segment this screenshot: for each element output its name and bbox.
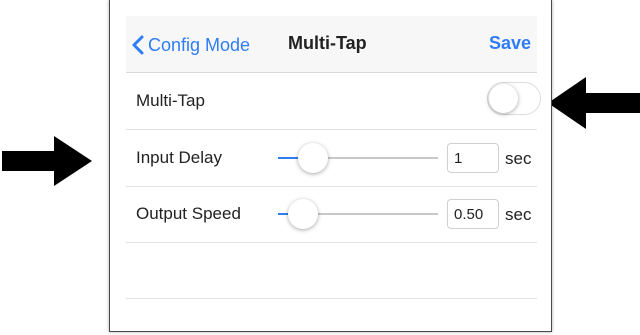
- input-delay-value: 1: [454, 149, 463, 167]
- back-button-label: Config Mode: [148, 34, 251, 55]
- input-delay-slider[interactable]: [278, 143, 438, 173]
- input-delay-unit: sec: [505, 149, 532, 168]
- phone-screen: Config Mode Multi-Tap Save Multi-Tap Inp…: [109, 0, 552, 332]
- input-delay-row: Input Delay 1 sec: [126, 130, 537, 187]
- input-delay-label: Input Delay: [136, 148, 222, 167]
- slider-thumb[interactable]: [288, 199, 319, 229]
- slider-thumb[interactable]: [297, 143, 328, 173]
- multitap-toggle[interactable]: [487, 82, 541, 115]
- input-delay-value-field[interactable]: 1: [447, 143, 499, 173]
- output-speed-slider[interactable]: [278, 199, 438, 229]
- arrow-left-icon: [548, 77, 640, 129]
- output-speed-unit: sec: [505, 205, 532, 224]
- output-speed-value: 0.50: [454, 205, 484, 223]
- output-speed-row: Output Speed 0.50 sec: [126, 186, 537, 243]
- save-button[interactable]: Save: [489, 33, 531, 54]
- chevron-left-icon: [132, 35, 144, 55]
- multitap-row: Multi-Tap: [126, 73, 541, 130]
- toggle-knob: [489, 84, 518, 113]
- empty-row: [126, 242, 537, 299]
- multitap-label: Multi-Tap: [136, 91, 205, 110]
- page-title: Multi-Tap: [288, 33, 367, 53]
- output-speed-label: Output Speed: [136, 204, 241, 223]
- output-speed-value-field[interactable]: 0.50: [447, 199, 499, 229]
- arrow-right-icon: [2, 136, 92, 186]
- navigation-bar: Config Mode Multi-Tap Save: [126, 16, 537, 73]
- back-button[interactable]: Config Mode: [132, 33, 250, 57]
